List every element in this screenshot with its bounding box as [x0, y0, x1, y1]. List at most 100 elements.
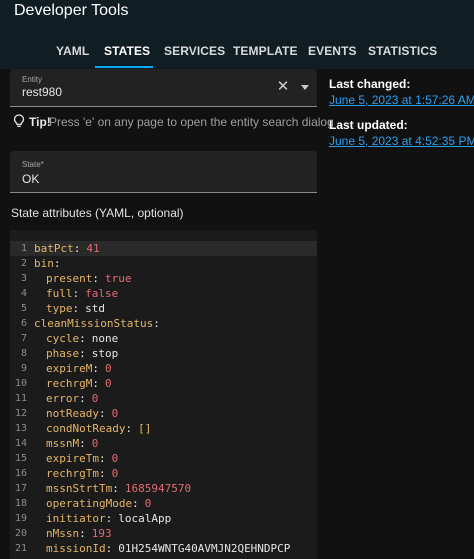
- entity-value[interactable]: rest980: [22, 85, 62, 99]
- yaml-value: 1685947570: [124, 482, 192, 495]
- code-text: mssnStrtTm: 1685947570: [46, 481, 191, 496]
- menu-down-icon[interactable]: [301, 85, 309, 90]
- yaml-editor[interactable]: 1 batPct: 41 2 bin: 3 present: true 4 full: false 5…: [10, 230, 317, 559]
- last-updated-label: Last updated:: [329, 118, 408, 132]
- code-line[interactable]: 10 rechrgM: 0: [10, 376, 317, 391]
- code-line[interactable]: 20 nMssn: 193: [10, 526, 317, 541]
- yaml-colon: :: [92, 272, 99, 285]
- yaml-colon: :: [112, 482, 119, 495]
- line-number: 4: [20, 288, 27, 299]
- line-number: 7: [20, 333, 27, 344]
- code-line[interactable]: 11 error: 0: [10, 391, 317, 406]
- yaml-key: mssnM: [46, 437, 80, 450]
- yaml-colon: :: [125, 422, 133, 435]
- yaml-colon: :: [53, 257, 61, 270]
- yaml-key: bin: [34, 257, 54, 270]
- code-line[interactable]: 3 present: true: [10, 271, 317, 286]
- code-line[interactable]: 8 phase: stop: [10, 346, 317, 361]
- code-text: full: false: [46, 286, 118, 301]
- code-line[interactable]: 13 condNotReady: []: [10, 421, 317, 436]
- close-icon[interactable]: ✕: [276, 77, 290, 95]
- line-number: 15: [14, 453, 27, 464]
- line-number: 10: [14, 378, 27, 389]
- state-value[interactable]: OK: [22, 172, 39, 186]
- yaml-colon: :: [105, 542, 113, 555]
- yaml-key: missionId: [46, 542, 106, 555]
- yaml-value: 0: [111, 407, 119, 420]
- tab-services[interactable]: SERVICES: [164, 44, 225, 58]
- line-number: 12: [14, 408, 27, 419]
- yaml-colon: :: [79, 527, 86, 540]
- last-changed-label: Last changed:: [329, 77, 411, 91]
- yaml-key: rechrgTm: [46, 467, 99, 480]
- code-text: mssnM: 0: [46, 436, 98, 451]
- tab-yaml[interactable]: YAML: [56, 44, 89, 58]
- line-number: 13: [14, 423, 27, 434]
- yaml-colon: :: [132, 497, 139, 510]
- yaml-key: nMssn: [46, 527, 80, 540]
- code-text: expireM: 0: [46, 361, 112, 376]
- yaml-key: expireM: [46, 362, 93, 375]
- code-line[interactable]: 17 mssnStrtTm: 1685947570: [10, 481, 317, 496]
- code-line[interactable]: 4 full: false: [10, 286, 317, 301]
- code-text: phase: stop: [46, 346, 118, 361]
- entity-label: Entity: [22, 75, 43, 84]
- tab-statistics[interactable]: STATISTICS: [368, 44, 437, 58]
- code-text: present: true: [46, 271, 131, 286]
- yaml-colon: :: [98, 467, 106, 480]
- code-line[interactable]: 21 missionId: 01H254WNTG40AVMJN2QEHNDPCP: [10, 541, 317, 556]
- yaml-colon: :: [79, 392, 86, 405]
- yaml-colon: :: [105, 512, 113, 525]
- code-line[interactable]: 14 mssnM: 0: [10, 436, 317, 451]
- code-line[interactable]: 19 initiator: localApp: [10, 511, 317, 526]
- yaml-key: full: [46, 287, 73, 300]
- yaml-key: initiator: [46, 512, 106, 525]
- code-line[interactable]: 18 operatingMode: 0: [10, 496, 317, 511]
- last-changed-value[interactable]: June 5, 2023 at 1:57:26 AM: [329, 93, 474, 107]
- tip-text: Press 'e' on any page to open the entity…: [49, 115, 334, 129]
- line-number: 8: [20, 348, 27, 359]
- code-text: initiator: localApp: [46, 511, 171, 526]
- code-line[interactable]: 1 batPct: 41: [10, 241, 317, 256]
- line-number: 19: [14, 513, 27, 524]
- yaml-value: 0: [91, 392, 99, 405]
- yaml-key: operatingMode: [46, 497, 133, 510]
- code-text: batPct: 41: [34, 241, 100, 256]
- entity-picker[interactable]: Entity rest980 ✕: [10, 69, 317, 107]
- code-text: rechrgM: 0: [46, 376, 112, 391]
- yaml-key: mssnStrtTm: [46, 482, 113, 495]
- code-line[interactable]: 5 type: std: [10, 301, 317, 316]
- yaml-value: 0: [111, 452, 119, 465]
- yaml-value: 0: [91, 437, 99, 450]
- app-header: Developer Tools YAML STATES SERVICES TEM…: [0, 0, 474, 69]
- yaml-value: true: [104, 272, 132, 285]
- yaml-key: cleanMissionStatus: [34, 317, 154, 330]
- lightbulb-icon: [13, 114, 25, 127]
- yaml-key: present: [46, 272, 93, 285]
- yaml-key: type: [46, 302, 73, 315]
- line-number: 20: [14, 528, 27, 539]
- code-line[interactable]: 6 cleanMissionStatus:: [10, 316, 317, 331]
- yaml-value: 0: [144, 497, 152, 510]
- attributes-label: State attributes (YAML, optional): [11, 206, 184, 220]
- code-line[interactable]: 12 notReady: 0: [10, 406, 317, 421]
- line-number: 6: [20, 318, 27, 329]
- tab-bar: YAML STATES SERVICES TEMPLATE EVENTS STA…: [0, 36, 474, 69]
- last-updated-value[interactable]: June 5, 2023 at 4:52:35 PM: [329, 134, 474, 148]
- code-line[interactable]: 9 expireM: 0: [10, 361, 317, 376]
- code-line[interactable]: 7 cycle: none: [10, 331, 317, 346]
- code-line[interactable]: 15 expireTm: 0: [10, 451, 317, 466]
- yaml-key: condNotReady: [46, 422, 126, 435]
- state-field[interactable]: State* OK: [10, 151, 317, 193]
- tab-states[interactable]: STATES: [104, 44, 150, 58]
- line-number: 14: [14, 438, 27, 449]
- code-line[interactable]: 2 bin:: [10, 256, 317, 271]
- tab-events[interactable]: EVENTS: [308, 44, 357, 58]
- yaml-colon: :: [72, 287, 80, 300]
- yaml-colon: :: [72, 302, 80, 315]
- tab-template[interactable]: TEMPLATE: [233, 44, 298, 58]
- yaml-value: []: [138, 422, 152, 435]
- code-line[interactable]: 16 rechrgTm: 0: [10, 466, 317, 481]
- code-text: nMssn: 193: [46, 526, 112, 541]
- yaml-key: error: [46, 392, 80, 405]
